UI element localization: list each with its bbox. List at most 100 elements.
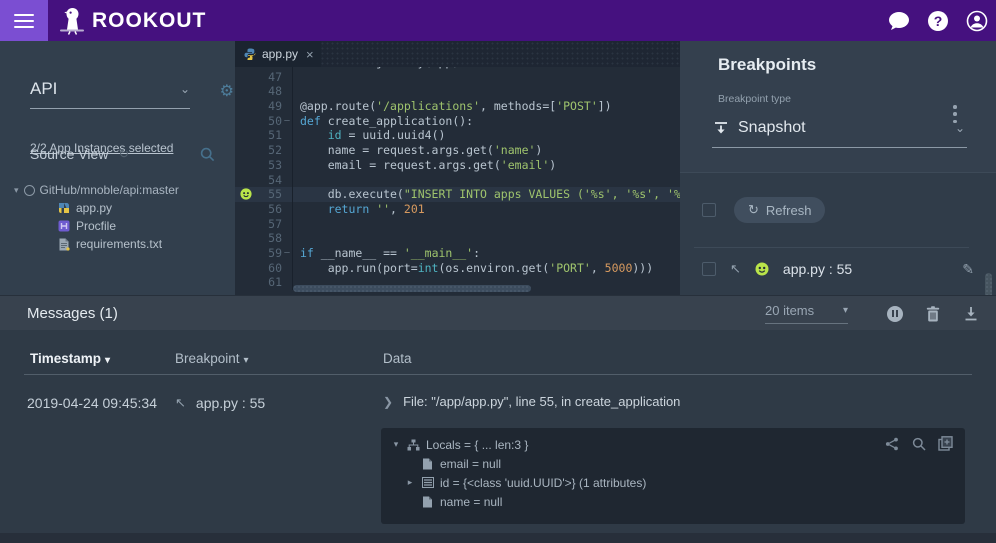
locals-toolbar — [884, 436, 953, 451]
app-select-dropdown[interactable]: API ⌄ — [30, 79, 190, 109]
code-line-54[interactable]: 54 — [235, 173, 680, 188]
file-icon — [421, 495, 434, 508]
fold-marker-icon[interactable]: – — [282, 114, 292, 129]
top-bar: ROOKOUT ? — [0, 0, 996, 41]
breakpoint-type-select[interactable]: Snapshot ⌄ — [712, 113, 967, 148]
code-line-56[interactable]: 56 return '', 201 — [235, 202, 680, 217]
horizontal-scrollbar[interactable] — [293, 285, 531, 292]
sort-caret-icon: ▾ — [244, 355, 249, 366]
tree-root-repo[interactable]: ▾ GitHub/mnoble/api:master — [14, 181, 229, 199]
user-account-icon[interactable] — [966, 10, 988, 32]
chat-icon[interactable] — [888, 10, 910, 32]
tree-file-Procfile[interactable]: Procfile — [14, 217, 229, 235]
gear-icon[interactable]: ⚙ — [220, 81, 234, 101]
line-number-gutter[interactable]: 54 — [235, 173, 282, 188]
code-line-51[interactable]: 51 id = uuid.uuid4() — [235, 128, 680, 143]
locals-variable-row[interactable]: ▸ id = {<class 'uuid.UUID'>} (1 attribute… — [405, 473, 955, 492]
refresh-sources-icon[interactable]: ↻ — [118, 146, 129, 162]
line-number-gutter[interactable]: 53 — [235, 158, 282, 173]
code-text: if __name__ == '__main__': — [292, 246, 480, 261]
column-header-data: Data — [383, 351, 412, 366]
line-number-gutter[interactable]: 59 — [235, 246, 282, 261]
expand-copy-icon[interactable] — [938, 436, 953, 451]
source-tree: ▾ GitHub/mnoble/api:master app.py Procfil… — [14, 181, 229, 253]
messages-panel: Messages (1) 20 items ▾ Timestamp▾ — [0, 295, 996, 543]
code-text: db.execute("INSERT INTO apps VALUES ('%s… — [292, 187, 680, 202]
code-text — [292, 70, 307, 85]
tree-file-label: requirements.txt — [76, 237, 162, 251]
hamburger-menu-button[interactable] — [0, 0, 48, 41]
code-line-50[interactable]: 50–def create_application(): — [235, 114, 680, 129]
breakpoint-item[interactable]: ↖ app.py : 55 ✎ — [702, 261, 974, 277]
line-number-gutter[interactable]: 49 — [235, 99, 282, 114]
tree-file-app-py[interactable]: app.py — [14, 199, 229, 217]
line-number-gutter[interactable]: 52 — [235, 143, 282, 158]
delete-messages-icon[interactable] — [924, 305, 942, 323]
code-area[interactable]: 46 return jsonify(app)47 48 49@app.route… — [235, 55, 680, 289]
refresh-label: Refresh — [766, 203, 812, 218]
tree-file-label: Procfile — [76, 219, 116, 233]
tree-file-requirements-txt[interactable]: requirements.txt — [14, 235, 229, 253]
fold-gap — [282, 70, 292, 85]
locals-variable-row[interactable]: name = null — [405, 492, 955, 511]
github-icon — [24, 185, 35, 196]
code-line-60[interactable]: 60 app.run(port=int(os.environ.get('PORT… — [235, 261, 680, 276]
line-number-gutter[interactable]: 51 — [235, 128, 282, 143]
message-row-frame[interactable]: ❯ File: "/app/app.py", line 55, in creat… — [383, 394, 680, 409]
caret-right-icon[interactable]: ▸ — [405, 477, 415, 488]
python-icon — [57, 202, 70, 215]
edit-breakpoint-icon[interactable]: ✎ — [962, 261, 974, 278]
line-number-gutter[interactable]: 50 — [235, 114, 282, 129]
code-line-55[interactable]: 55 db.execute("INSERT INTO apps VALUES (… — [235, 187, 680, 202]
refresh-button[interactable]: ↻ Refresh — [734, 197, 825, 223]
code-line-57[interactable]: 57 — [235, 217, 680, 232]
messages-table-header: Timestamp▾ Breakpoint▾ Data — [24, 351, 972, 375]
breakpoint-checkbox[interactable] — [702, 262, 716, 276]
line-number-gutter[interactable]: 57 — [235, 217, 282, 232]
column-header-timestamp[interactable]: Timestamp▾ — [30, 351, 110, 366]
code-line-47[interactable]: 47 — [235, 70, 680, 85]
code-line-59[interactable]: 59–if __name__ == '__main__': — [235, 246, 680, 261]
search-sources-icon[interactable] — [200, 147, 215, 162]
caret-down-icon: ▾ — [843, 305, 848, 316]
code-line-53[interactable]: 53 email = request.args.get('email') — [235, 158, 680, 173]
locals-root-row[interactable]: ▾ Locals = { ... len:3 } — [391, 435, 955, 454]
locals-root-label: Locals = { ... len:3 } — [426, 438, 528, 452]
line-number-gutter[interactable]: 47 — [235, 70, 282, 85]
pause-messages-icon[interactable] — [886, 305, 904, 323]
search-variables-icon[interactable] — [911, 436, 926, 451]
code-text: app.run(port=int(os.environ.get('PORT', … — [292, 261, 653, 276]
fold-marker-icon[interactable]: – — [282, 246, 292, 261]
chevron-down-icon: ⌄ — [180, 82, 190, 96]
column-header-breakpoint[interactable]: Breakpoint▾ — [175, 351, 249, 366]
help-icon[interactable]: ? — [927, 10, 949, 32]
caret-down-icon: ▾ — [14, 185, 19, 196]
line-number-gutter[interactable]: 48 — [235, 84, 282, 99]
snapshot-icon — [714, 121, 728, 136]
tab-close-icon[interactable]: × — [306, 47, 314, 62]
file-icon — [421, 457, 434, 470]
fold-gap — [282, 275, 292, 290]
locals-variable-label: id = {<class 'uuid.UUID'>} (1 attributes… — [440, 476, 646, 490]
brand-title: ROOKOUT — [92, 9, 206, 33]
line-number-gutter[interactable]: 56 — [235, 202, 282, 217]
code-text — [292, 173, 307, 188]
select-all-checkbox[interactable] — [702, 203, 716, 217]
share-icon[interactable] — [884, 436, 899, 451]
line-number-gutter[interactable]: 60 — [235, 261, 282, 276]
page-size-value: 20 items — [765, 303, 814, 318]
brand: ROOKOUT — [58, 0, 206, 41]
locals-variable-row[interactable]: email = null — [405, 454, 955, 473]
line-number-gutter[interactable]: 58 — [235, 231, 282, 246]
download-messages-icon[interactable] — [962, 305, 980, 323]
page-size-dropdown[interactable]: 20 items ▾ — [765, 303, 848, 324]
code-line-48[interactable]: 48 — [235, 84, 680, 99]
breakpoint-bug-icon[interactable] — [240, 188, 252, 200]
code-line-52[interactable]: 52 name = request.args.get('name') — [235, 143, 680, 158]
code-line-49[interactable]: 49@app.route('/applications', methods=['… — [235, 99, 680, 114]
line-number-gutter[interactable]: 61 — [235, 275, 282, 290]
code-line-58[interactable]: 58 — [235, 231, 680, 246]
tree-file-label: app.py — [76, 201, 112, 215]
tab-app-py[interactable]: app.py × — [235, 41, 321, 67]
fold-gap — [282, 217, 292, 232]
